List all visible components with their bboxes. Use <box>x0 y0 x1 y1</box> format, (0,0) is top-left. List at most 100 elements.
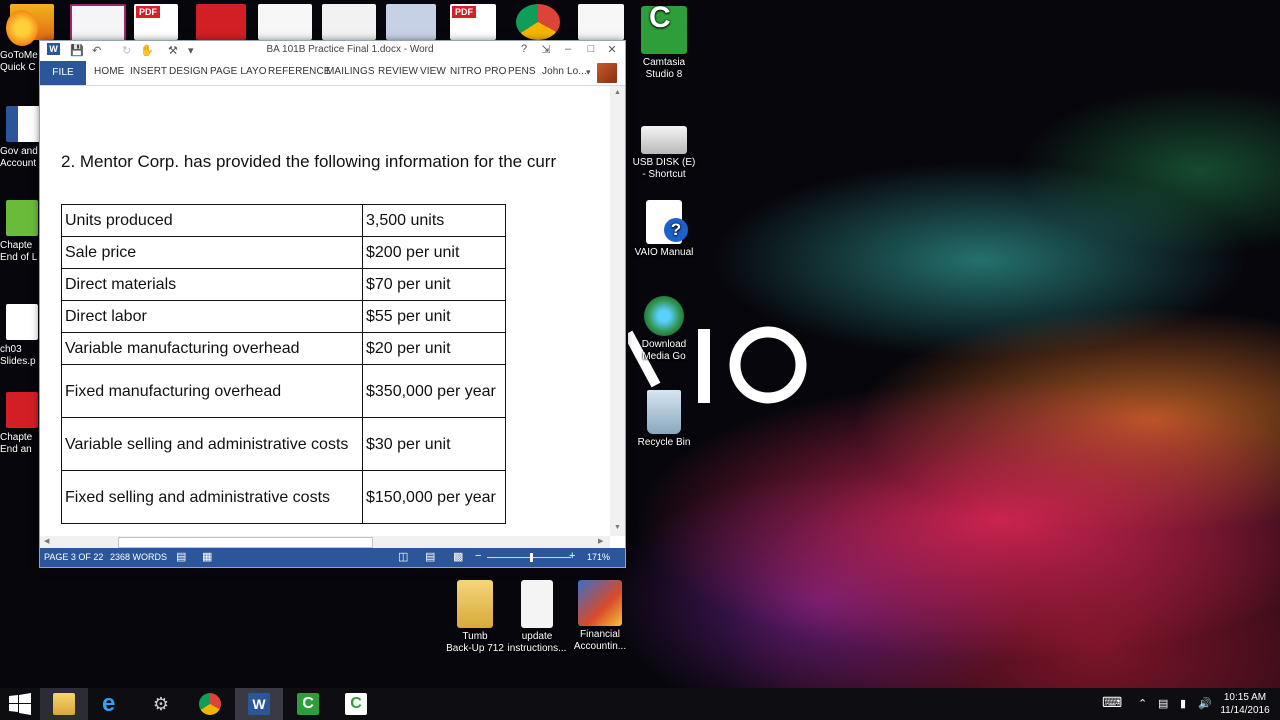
desktop-icon-chapter-1[interactable]: Chapte End of L <box>0 200 40 264</box>
thumb-window-4[interactable] <box>258 4 312 40</box>
thumb-window-6[interactable] <box>386 4 436 40</box>
scroll-right-icon[interactable]: ▶ <box>598 537 603 545</box>
text-file-icon <box>521 580 553 628</box>
word-icon: W <box>248 693 270 715</box>
page-indicator[interactable]: PAGE 3 OF 22 <box>44 552 103 562</box>
thumb-window-3[interactable] <box>196 4 246 40</box>
clock-time: 10:15 AM <box>1223 692 1267 703</box>
taskbar-internet-explorer[interactable]: e <box>89 688 137 720</box>
read-mode-icon[interactable]: ◫ <box>398 550 408 563</box>
table-cell-value: $70 per unit <box>362 268 506 301</box>
web-layout-icon[interactable]: ▩ <box>453 550 463 563</box>
tab-references[interactable]: REFERENCE <box>268 66 331 77</box>
zoom-in-button[interactable]: + <box>569 550 575 562</box>
close-button[interactable]: ✕ <box>602 43 622 56</box>
desktop-icon-vaio-manual[interactable]: ? VAIO Manual <box>629 200 699 259</box>
thumb-window-2[interactable] <box>70 4 126 44</box>
document-page[interactable]: 2. Mentor Corp. has provided the followi… <box>40 86 610 536</box>
icon-label: GoToMe <box>0 50 38 61</box>
desktop-icon-chapter-2[interactable]: Chapte End an <box>0 392 40 456</box>
zoom-out-button[interactable]: − <box>475 550 481 562</box>
desktop-icon-gov-accounting[interactable]: Gov and Account <box>0 106 40 170</box>
tab-view[interactable]: VIEW <box>420 66 446 77</box>
scroll-down-icon[interactable]: ▼ <box>614 524 621 531</box>
desktop-icon-gotomeeting[interactable]: GoToMe Quick C <box>0 10 40 74</box>
video-file-icon <box>6 392 38 428</box>
pdf-icon-1[interactable]: PDF <box>134 4 178 40</box>
tab-design[interactable]: DESIGN <box>169 66 208 77</box>
maximize-button[interactable]: □ <box>581 43 601 55</box>
thumb-window-7[interactable] <box>578 4 624 40</box>
icon-label: Slides.p <box>0 356 36 367</box>
desktop-icon-usb-disk[interactable]: USB DISK (E) - Shortcut <box>629 122 699 181</box>
thumb-window-5[interactable] <box>322 4 376 40</box>
show-hidden-icons[interactable]: ⌃ <box>1138 697 1147 710</box>
user-name[interactable]: John Lo... <box>542 66 587 77</box>
camtasia-icon: C <box>297 693 319 715</box>
taskbar-file-explorer[interactable] <box>40 688 88 720</box>
icon-label: Media Go <box>642 351 686 362</box>
table-cell-value: $30 per unit <box>362 417 506 471</box>
tab-page-layout[interactable]: PAGE LAYO <box>210 66 267 77</box>
tab-home[interactable]: HOME <box>94 66 124 77</box>
tab-insert[interactable]: INSERT <box>130 66 167 77</box>
icon-label: Account <box>0 158 37 169</box>
horizontal-scroll-thumb[interactable] <box>118 537 373 548</box>
tab-file[interactable]: FILE <box>40 61 86 85</box>
battery-icon[interactable]: ▮ <box>1180 697 1186 710</box>
user-avatar[interactable] <box>597 63 617 83</box>
vertical-scrollbar[interactable]: ▲ ▼ <box>610 86 625 536</box>
table-cell-value: $20 per unit <box>362 332 506 365</box>
table-cell-item: Fixed manufacturing overhead <box>61 364 363 418</box>
minimize-button[interactable]: – <box>558 43 578 55</box>
recycle-bin-icon <box>647 390 681 434</box>
internet-explorer-icon: e <box>102 690 116 717</box>
action-center-icon[interactable]: ▤ <box>1158 697 1168 710</box>
icon-label: End of L <box>0 252 38 263</box>
taskbar-camtasia-studio[interactable]: C <box>332 688 380 720</box>
horizontal-scrollbar[interactable]: ◀ ▶ <box>40 536 610 548</box>
taskbar-app-tool[interactable]: ⚙ <box>137 688 185 720</box>
table-cell-value: $55 per unit <box>362 300 506 333</box>
desktop-icon-ch03-slides[interactable]: ch03 Slides.p <box>0 304 40 368</box>
taskbar-camtasia-recorder[interactable]: C <box>284 688 332 720</box>
scroll-up-icon[interactable]: ▲ <box>614 89 621 96</box>
zoom-level[interactable]: 171% <box>587 552 610 562</box>
tab-mailings[interactable]: MAILINGS <box>326 66 375 77</box>
desktop-icon-update-instructions[interactable]: update instructions... <box>502 580 572 655</box>
taskbar-word[interactable]: W <box>235 688 283 720</box>
ribbon-display-options-icon[interactable]: ⇲ <box>536 43 556 56</box>
print-layout-icon[interactable]: ▤ <box>425 550 435 563</box>
word-count[interactable]: 2368 WORDS <box>110 552 167 562</box>
word-window: W 💾 ↶ ↻ ✋ ⚒ ▾ BA 101B Practice Final 1.d… <box>40 41 625 567</box>
desktop-icon-recycle-bin[interactable]: Recycle Bin <box>629 390 699 449</box>
taskbar-chrome[interactable] <box>186 688 234 720</box>
volume-icon[interactable]: 🔊 <box>1198 697 1212 710</box>
chevron-down-icon[interactable]: ▾ <box>586 67 591 78</box>
zoom-slider[interactable] <box>487 557 571 558</box>
tab-pens[interactable]: PENS <box>508 66 536 77</box>
table-cell-value: $200 per unit <box>362 236 506 269</box>
zoom-slider-thumb[interactable] <box>530 553 533 562</box>
gotomeeting-icon <box>6 10 38 46</box>
help-button[interactable]: ? <box>514 43 534 55</box>
scroll-left-icon[interactable]: ◀ <box>44 537 49 545</box>
icon-label: Chapte <box>0 432 33 443</box>
icon-label: ch03 <box>0 344 22 355</box>
pdf-icon-2[interactable]: PDF <box>450 4 496 40</box>
keyboard-icon[interactable]: ⌨ <box>1102 694 1122 711</box>
windows-logo-icon <box>9 693 31 715</box>
icon-label: Studio 8 <box>645 69 683 80</box>
title-bar[interactable]: W 💾 ↶ ↻ ✋ ⚒ ▾ BA 101B Practice Final 1.d… <box>40 41 625 61</box>
table-row: Direct labor $55 per unit <box>61 300 506 333</box>
desktop-icon-financial-accounting[interactable]: Financial Accountin... <box>565 580 635 653</box>
tab-review[interactable]: REVIEW <box>378 66 418 77</box>
desktop-icon-tumb-backup[interactable]: Tumb Back-Up 712 <box>440 580 510 655</box>
chrome-icon-desktop[interactable] <box>516 4 560 40</box>
proofing-icon[interactable]: ▤ <box>176 550 186 563</box>
taskbar-clock[interactable]: 10:15 AM 11/14/2016 <box>1214 691 1276 717</box>
macro-record-icon[interactable]: ▦ <box>202 550 212 563</box>
tab-nitro-pro[interactable]: NITRO PRO <box>450 66 506 77</box>
ribbon-tabs: FILE HOME INSERT DESIGN PAGE LAYO REFERE… <box>40 61 625 86</box>
desktop-icon-media-go[interactable]: Download Media Go <box>629 296 699 363</box>
